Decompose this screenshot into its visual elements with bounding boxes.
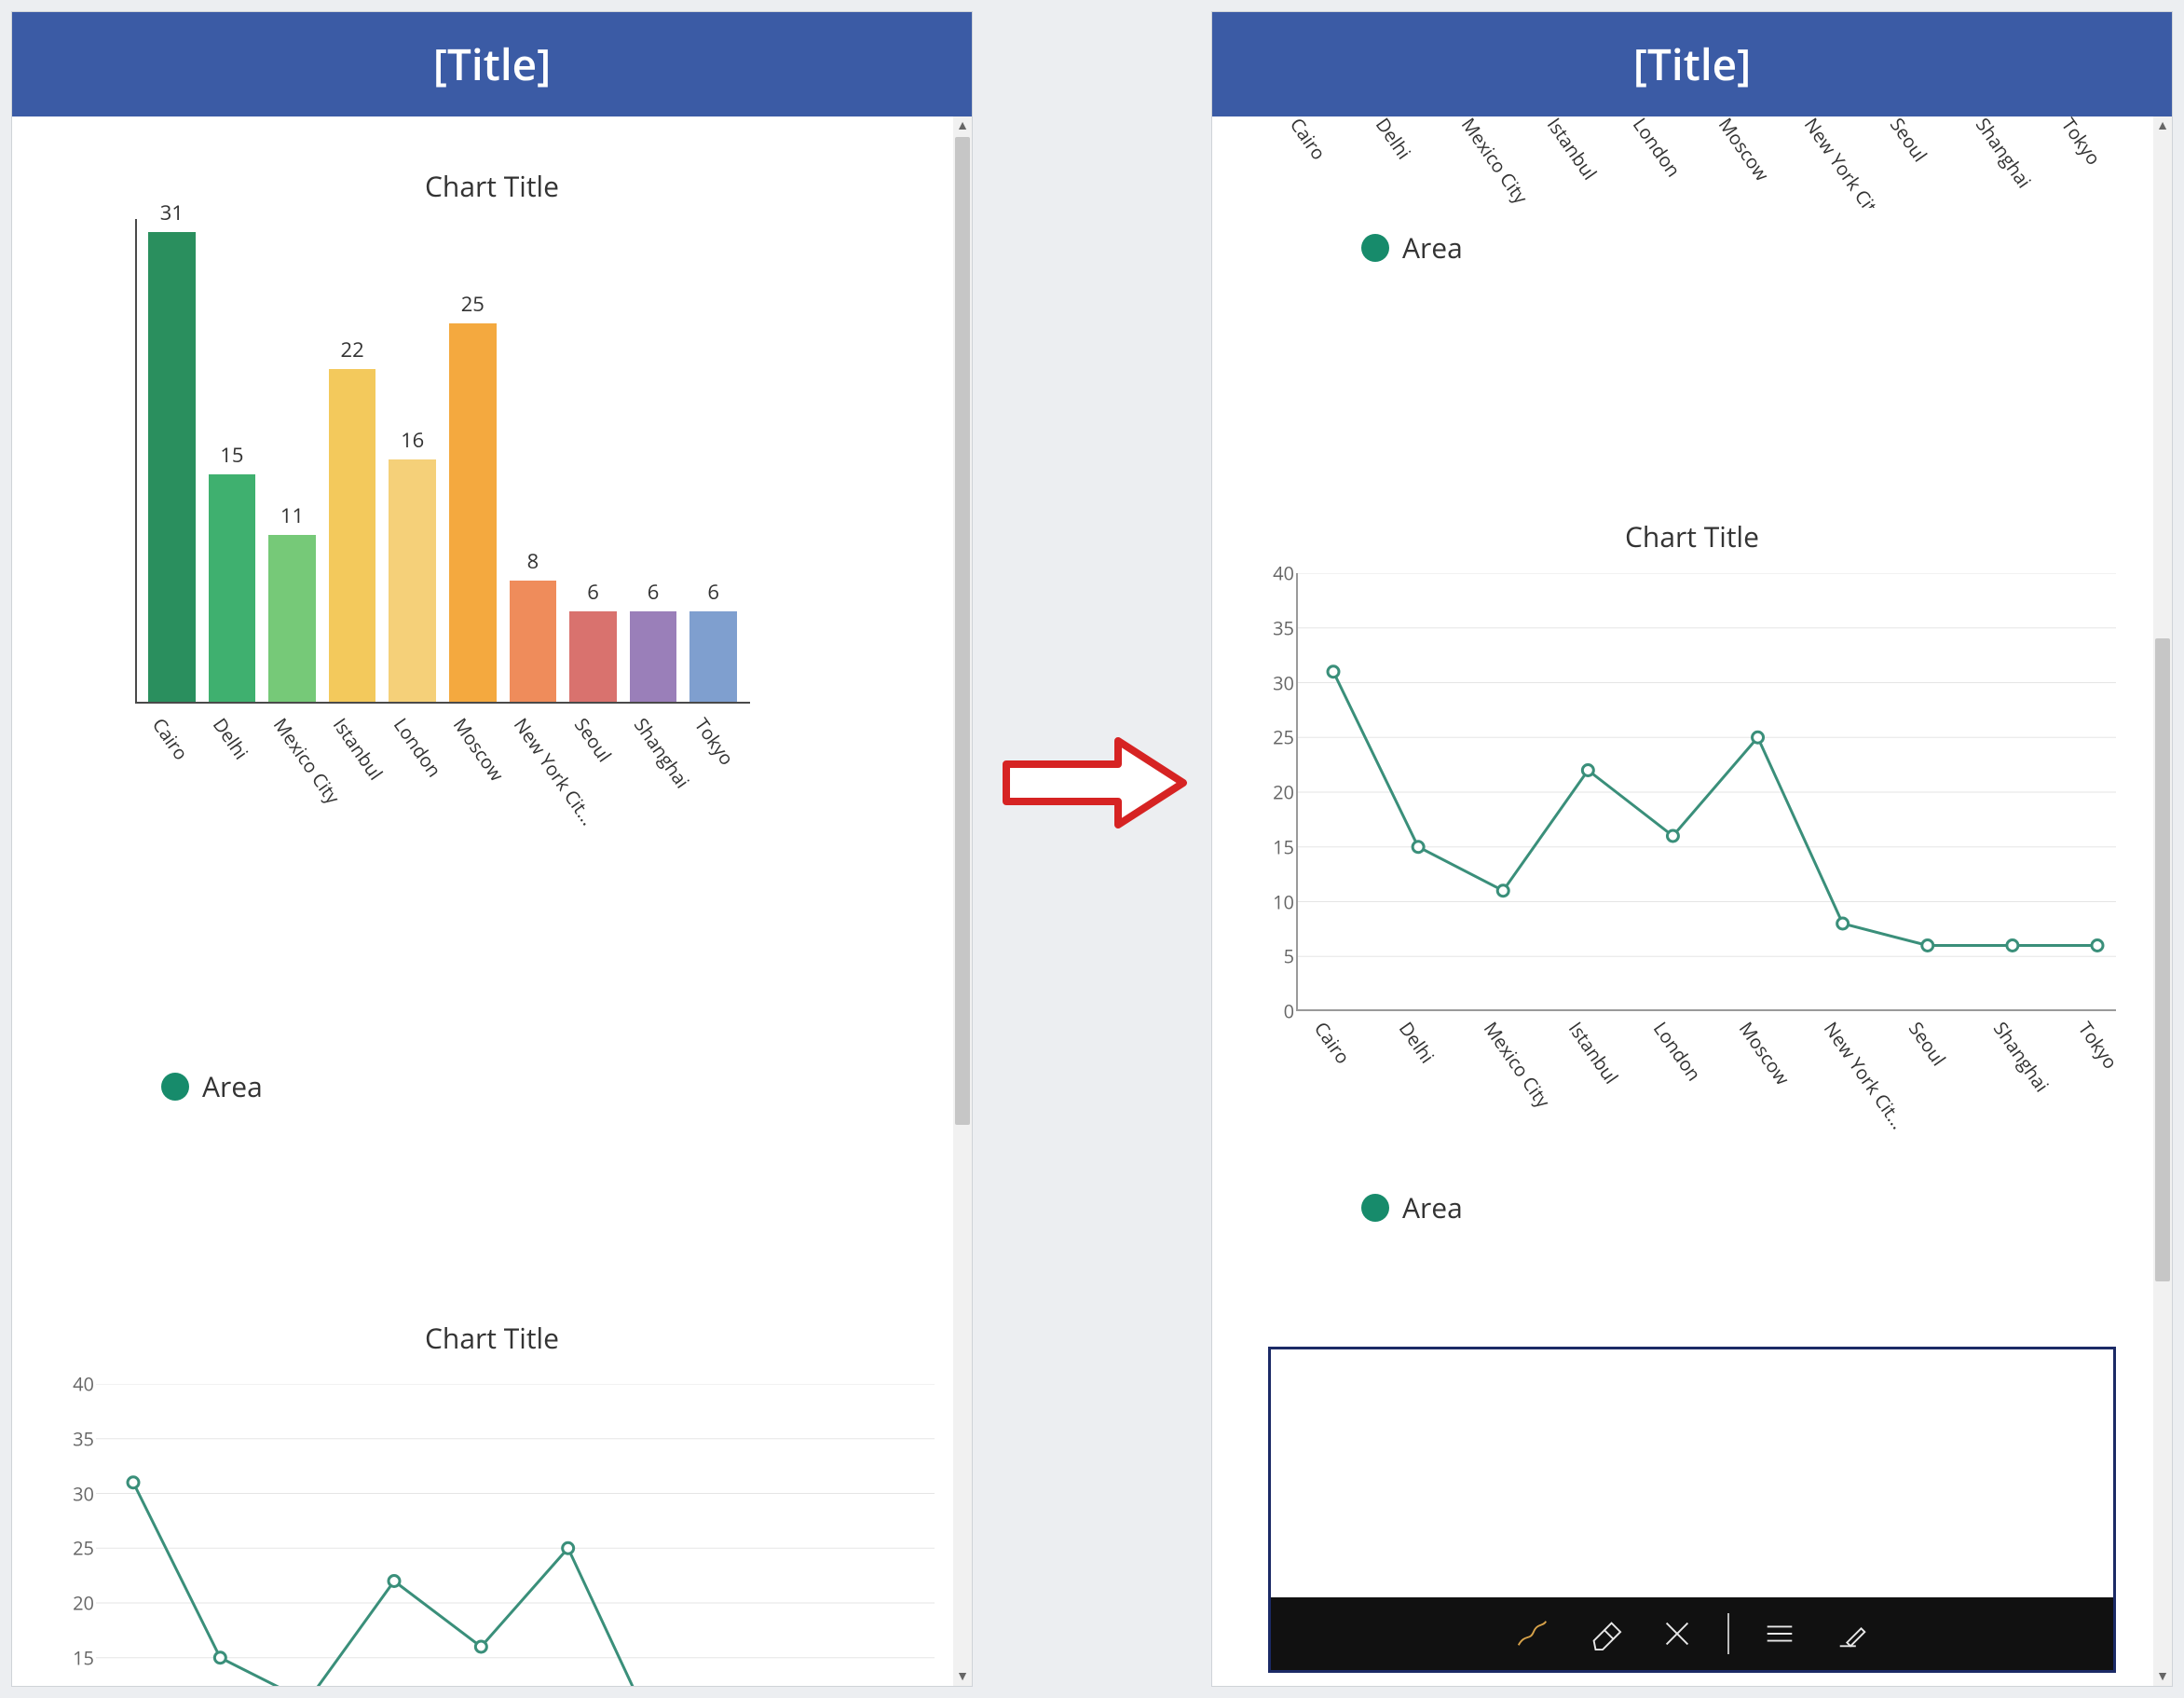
report-scroll-area-left[interactable]: Chart Title 3115112216258666 CairoDelhiM… (12, 116, 972, 1686)
scroll-down-icon[interactable]: ▼ (2153, 1667, 2172, 1686)
legend-dot-icon (1361, 1194, 1389, 1222)
line-ytick: 40 (49, 1372, 94, 1397)
line-chart-right: 0510152025303540 CairoDelhiMexico CityIs… (1296, 573, 2116, 1147)
line-ytick: 10 (1249, 889, 1294, 914)
clear-icon[interactable] (1655, 1611, 1699, 1656)
bar-london: 16 (389, 459, 436, 702)
pen-icon[interactable] (1509, 1611, 1554, 1656)
bar-moscow: 25 (449, 323, 497, 702)
cropped-bar-xtick: Mexico City (1456, 116, 1541, 208)
bar-value-label: 6 (630, 578, 677, 611)
bar-value-label: 25 (449, 290, 497, 323)
line-xtick: Delhi (1394, 1017, 1479, 1123)
signature-toolbar (1271, 1597, 2113, 1670)
bar-shanghai: 6 (630, 611, 677, 703)
vertical-scrollbar[interactable]: ▲ ▼ (2153, 116, 2172, 1686)
cropped-bar-chart-xlabels: CairoDelhiMexico CityIstanbulLondonMosco… (1277, 116, 2135, 208)
line-ytick: 25 (49, 1536, 94, 1561)
bar-value-label: 22 (329, 335, 376, 369)
bar-istanbul: 22 (329, 369, 376, 703)
line-ytick: 15 (49, 1645, 94, 1670)
line-style-icon[interactable] (1757, 1611, 1802, 1656)
line-ytick: 30 (1249, 670, 1294, 695)
line-ytick: 25 (1249, 725, 1294, 750)
scroll-down-icon[interactable]: ▼ (953, 1667, 972, 1686)
line-xtick: Tokyo (2073, 1017, 2158, 1123)
bar-mexico-city: 11 (268, 535, 316, 702)
line-xtick: Cairo (1309, 1017, 1394, 1123)
scroll-up-icon[interactable]: ▲ (953, 116, 972, 135)
scrollbar-thumb[interactable] (2155, 638, 2170, 1281)
report-window-after: [Title] CairoDelhiMexico CityIstanbulLon… (1211, 11, 2173, 1687)
bar-value-label: 6 (569, 578, 617, 611)
line-ytick: 35 (1249, 615, 1294, 640)
report-window-before: [Title] Chart Title 3115112216258666 Cai… (11, 11, 973, 1687)
bar-value-label: 15 (209, 441, 256, 474)
bar-value-label: 8 (510, 547, 557, 581)
line-ytick: 35 (49, 1426, 94, 1451)
line-xtick: Seoul (1904, 1017, 1988, 1123)
bar-tokyo: 6 (689, 611, 737, 703)
line-xtick: Moscow (1733, 1017, 1818, 1123)
line-ytick: 15 (1249, 834, 1294, 859)
cropped-bar-xtick: New York Cit… (1799, 116, 1884, 208)
legend-label: Area (202, 1067, 263, 1105)
line-ytick: 40 (1249, 561, 1294, 586)
cropped-bar-xtick: Tokyo (2056, 116, 2135, 208)
bar-cairo: 31 (148, 232, 196, 702)
line-chart-right-title: Chart Title (1212, 517, 2172, 555)
scroll-up-icon[interactable]: ▲ (2153, 116, 2172, 135)
cropped-bar-xtick: Delhi (1371, 116, 1455, 208)
line-ytick: 20 (1249, 780, 1294, 805)
line-chart-left-title: Chart Title (12, 1319, 972, 1357)
bar-chart: 3115112216258666 CairoDelhiMexico CityIs… (135, 219, 750, 825)
legend-label: Area (1402, 228, 1463, 267)
line-chart-legend: Area (1361, 1188, 1463, 1226)
line-chart-left-partial: 0510152025303540 (96, 1384, 935, 1686)
line-xtick: Mexico City (1479, 1017, 1563, 1123)
cropped-bar-xtick: Moscow (1713, 116, 1798, 208)
cropped-bar-xtick: Seoul (1885, 116, 1970, 208)
line-xtick: Istanbul (1563, 1017, 1648, 1123)
bar-value-label: 6 (689, 578, 737, 611)
line-xtick: New York Cit… (1819, 1017, 1904, 1123)
legend-dot-icon (161, 1073, 189, 1101)
bar-chart-legend: Area (161, 1067, 263, 1105)
cropped-bar-xtick: London (1628, 116, 1713, 208)
bar-new-york-cit-: 8 (510, 581, 557, 702)
line-ytick: 5 (1249, 944, 1294, 969)
bar-value-label: 16 (389, 426, 436, 459)
window-title: [Title] (1212, 12, 2172, 116)
cropped-bar-xtick: Shanghai (1971, 116, 2055, 208)
edit-signature-icon[interactable] (1830, 1611, 1875, 1656)
bar-seoul: 6 (569, 611, 617, 703)
line-ytick: 0 (1249, 999, 1294, 1024)
bar-chart-legend-scrolled: Area (1361, 228, 1463, 267)
bar-delhi: 15 (209, 474, 256, 702)
cropped-bar-xtick: Istanbul (1542, 116, 1627, 208)
transition-arrow-icon (997, 727, 1193, 839)
line-ytick: 20 (49, 1591, 94, 1616)
bar-value-label: 11 (268, 501, 316, 535)
eraser-icon[interactable] (1582, 1611, 1627, 1656)
cropped-bar-xtick: Cairo (1285, 116, 1370, 208)
line-xtick: Shanghai (1988, 1017, 2073, 1123)
scrollbar-thumb[interactable] (955, 137, 970, 1125)
bar-value-label: 31 (148, 199, 196, 232)
vertical-scrollbar[interactable]: ▲ ▼ (953, 116, 972, 1686)
legend-dot-icon (1361, 234, 1389, 262)
legend-label: Area (1402, 1188, 1463, 1226)
report-scroll-area-right[interactable]: CairoDelhiMexico CityIstanbulLondonMosco… (1212, 116, 2172, 1686)
window-title: [Title] (12, 12, 972, 116)
digital-signature-field[interactable] (1268, 1347, 2116, 1673)
toolbar-divider (1727, 1613, 1729, 1654)
line-xtick: London (1648, 1017, 1733, 1123)
line-ytick: 30 (49, 1481, 94, 1506)
